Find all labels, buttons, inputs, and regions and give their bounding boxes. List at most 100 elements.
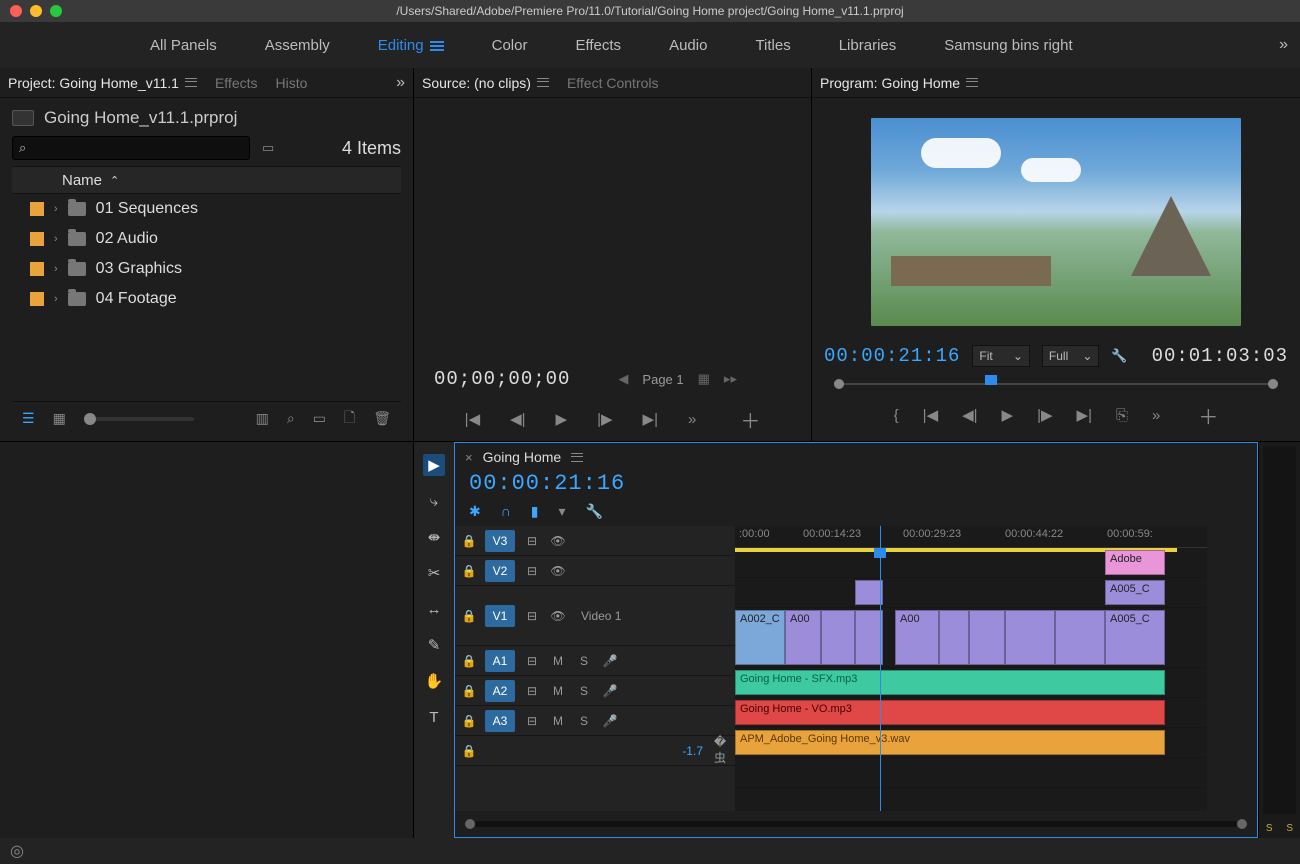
clip[interactable]	[939, 610, 969, 665]
track-toggle[interactable]: V2	[485, 560, 515, 582]
program-time-ruler[interactable]	[830, 375, 1282, 393]
solo-icon[interactable]: S	[575, 654, 593, 668]
step-back-icon[interactable]: ◀|	[510, 410, 525, 428]
disclosure-icon[interactable]: ›	[54, 233, 58, 245]
workspace-editing[interactable]: Editing	[378, 37, 444, 54]
scroll-handle-right[interactable]	[1237, 819, 1247, 829]
find-icon[interactable]: ⌕	[287, 410, 295, 427]
disclosure-icon[interactable]: ›	[54, 293, 58, 305]
sync-lock-icon[interactable]: ⊟	[523, 684, 541, 698]
bin-row[interactable]: ›01 Sequences	[12, 194, 401, 224]
sync-lock-icon[interactable]: ⊟	[523, 564, 541, 578]
sync-lock-icon[interactable]: ⊟	[523, 714, 541, 728]
voiceover-icon[interactable]: 🎤	[601, 684, 619, 698]
add-button-icon[interactable]: ＋	[740, 405, 760, 434]
settings-icon[interactable]: 🔧	[586, 503, 603, 520]
marker-icon[interactable]: ▮	[531, 503, 539, 520]
zoom-fit-select[interactable]: Fit⌄	[972, 345, 1029, 367]
source-tab[interactable]: Source: (no clips)	[422, 75, 549, 91]
lock-icon[interactable]: 🔒	[461, 564, 477, 578]
lift-icon[interactable]: ⎘	[1116, 407, 1128, 424]
track-toggle[interactable]: V1	[485, 605, 515, 627]
column-header-name[interactable]: Name⌃	[12, 166, 401, 194]
close-sequence-icon[interactable]: ×	[465, 450, 473, 465]
selection-tool[interactable]: ▶	[423, 454, 445, 476]
track-header-a3[interactable]: 🔒A3⊟MS🎤	[455, 706, 735, 736]
transport-overflow-icon[interactable]: »	[1152, 407, 1160, 424]
workspace-overflow-icon[interactable]: »	[1279, 36, 1288, 54]
hand-tool[interactable]: ✋	[423, 670, 445, 692]
solo-icon[interactable]: S	[575, 714, 593, 728]
voiceover-icon[interactable]: 🎤	[601, 654, 619, 668]
clip-row-v2[interactable]: A005_C	[735, 578, 1207, 608]
mark-in-icon[interactable]: {	[894, 407, 899, 424]
razor-tool[interactable]: ✂	[423, 562, 445, 584]
clip-row-a2[interactable]: Going Home - VO.mp3	[735, 698, 1207, 728]
eye-icon[interactable]: 👁	[549, 564, 567, 578]
bin-row[interactable]: ›04 Footage	[12, 284, 401, 314]
clip[interactable]	[969, 610, 1005, 665]
go-to-out-icon[interactable]: ▶|	[643, 410, 658, 428]
eye-icon[interactable]: 👁	[549, 609, 567, 623]
workspace-effects[interactable]: Effects	[575, 37, 621, 54]
type-tool[interactable]: T	[423, 706, 445, 728]
panel-menu-icon[interactable]	[537, 78, 549, 87]
step-forward-icon[interactable]: |▶	[597, 410, 612, 428]
workspace-assembly[interactable]: Assembly	[265, 37, 330, 54]
play-icon[interactable]: ▶	[556, 410, 568, 428]
expand-icon[interactable]: �虫	[711, 735, 729, 766]
track-header-v2[interactable]: 🔒 V2 ⊟ 👁	[455, 556, 735, 586]
lock-icon[interactable]: 🔒	[461, 714, 477, 728]
ripple-edit-tool[interactable]: ⇼	[423, 526, 445, 548]
clip[interactable]: Going Home - VO.mp3	[735, 700, 1165, 725]
sequence-name[interactable]: Going Home	[483, 449, 562, 465]
new-item-icon[interactable]: 🗋	[344, 407, 355, 431]
solo-icon[interactable]: S	[575, 684, 593, 698]
page-indicator-icon[interactable]: ▦	[698, 371, 710, 387]
next-page-icon[interactable]: ▸▸	[724, 371, 737, 387]
disclosure-icon[interactable]: ›	[54, 263, 58, 275]
slip-tool[interactable]: ↔	[423, 598, 445, 620]
clip[interactable]: A005_C	[1105, 580, 1165, 605]
workspace-all-panels[interactable]: All Panels	[150, 37, 217, 54]
lock-icon[interactable]: 🔒	[461, 684, 477, 698]
clip-row-a1[interactable]: Going Home - SFX.mp3	[735, 668, 1207, 698]
lock-icon[interactable]: 🔒	[461, 654, 477, 668]
play-icon[interactable]: ▶	[1002, 406, 1014, 424]
ruler-end-handle[interactable]	[1268, 379, 1278, 389]
panel-menu-icon[interactable]	[571, 453, 583, 462]
effect-controls-tab[interactable]: Effect Controls	[567, 75, 659, 91]
clip-row-v1[interactable]: A002_CA00A00A005_C	[735, 608, 1207, 668]
go-to-in-icon[interactable]: |◀	[923, 406, 938, 424]
clip[interactable]	[821, 610, 855, 665]
ruler-start-handle[interactable]	[834, 379, 844, 389]
clip[interactable]: A002_C	[735, 610, 785, 665]
add-button-icon[interactable]: ＋	[1198, 401, 1218, 430]
pen-tool[interactable]: ✎	[423, 634, 445, 656]
list-view-icon[interactable]: ☰	[22, 410, 35, 427]
icon-view-icon[interactable]: ▦	[53, 410, 66, 427]
clip-row-v3[interactable]: Adobe	[735, 548, 1207, 578]
track-toggle[interactable]: A3	[485, 710, 515, 732]
tabs-overflow-icon[interactable]: »	[396, 74, 405, 92]
transport-overflow-icon[interactable]: »	[688, 411, 696, 428]
step-forward-icon[interactable]: |▶	[1037, 406, 1052, 424]
track-toggle[interactable]: A2	[485, 680, 515, 702]
clip[interactable]: A00	[785, 610, 821, 665]
trash-icon[interactable]: 🗑	[373, 410, 391, 427]
linked-selection-icon[interactable]: ∩	[501, 503, 511, 519]
sync-lock-icon[interactable]: ⊟	[523, 534, 541, 548]
sync-lock-icon[interactable]: ⊟	[523, 654, 541, 668]
lock-icon[interactable]: 🔒	[461, 609, 477, 623]
clip[interactable]: Adobe	[1105, 550, 1165, 575]
workspace-color[interactable]: Color	[492, 37, 528, 54]
workspace-libraries[interactable]: Libraries	[839, 37, 897, 54]
timeline-content[interactable]: :00:00 00:00:14:23 00:00:29:23 00:00:44:…	[735, 526, 1207, 811]
program-timecode-current[interactable]: 00:00:21:16	[824, 345, 960, 367]
step-back-icon[interactable]: ◀|	[962, 406, 977, 424]
freeform-icon[interactable]: ▥	[256, 410, 269, 427]
mute-icon[interactable]: M	[549, 714, 567, 728]
track-header-v3[interactable]: 🔒V3⊟👁	[455, 526, 735, 556]
clip[interactable]: A00	[895, 610, 939, 665]
insert-icon[interactable]: ▾	[559, 503, 566, 520]
